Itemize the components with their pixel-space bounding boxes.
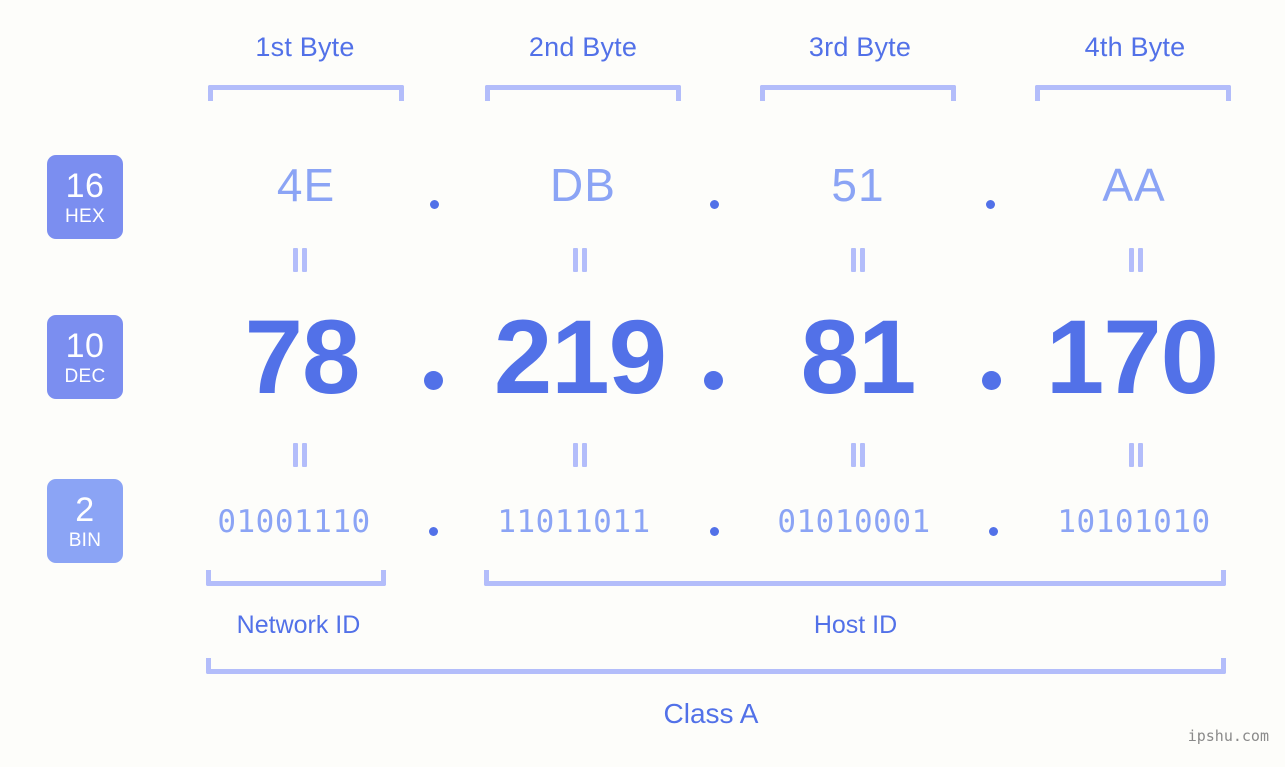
network-id-label: Network ID <box>236 611 361 639</box>
byte-header-label-4: 4th Byte <box>1084 32 1186 62</box>
dec-separator-dot-1 <box>424 371 443 390</box>
dec-separator-dot-2 <box>704 371 723 390</box>
class-bracket <box>206 658 1226 674</box>
equals-mark-hex-dec-2 <box>572 248 588 272</box>
network-id-bracket <box>206 570 386 586</box>
base-badge-dec-name: DEC <box>64 365 106 387</box>
hex-separator-dot-1 <box>430 200 439 209</box>
base-badge-dec-number: 10 <box>65 326 105 365</box>
dec-octet-2: 219 <box>493 299 667 416</box>
byte-bracket-1 <box>208 85 404 101</box>
hex-octet-2: DB <box>550 159 616 211</box>
hex-octet-3: 51 <box>831 159 885 211</box>
byte-bracket-4 <box>1035 85 1231 101</box>
equals-mark-hex-dec-3 <box>850 248 866 272</box>
dec-octet-4: 170 <box>1045 299 1219 416</box>
equals-mark-dec-bin-2 <box>572 443 588 467</box>
host-id-label: Host ID <box>813 611 898 639</box>
bin-octet-2: 11011011 <box>497 504 651 540</box>
class-label: Class A <box>663 698 759 729</box>
hex-separator-dot-3 <box>986 200 995 209</box>
byte-header-label-1: 1st Byte <box>255 32 355 62</box>
base-badge-bin-name: BIN <box>68 529 102 551</box>
equals-mark-dec-bin-3 <box>850 443 866 467</box>
base-badge-hex: 16 HEX <box>47 155 123 239</box>
equals-mark-dec-bin-1 <box>292 443 308 467</box>
equals-mark-dec-bin-4 <box>1128 443 1144 467</box>
bin-separator-dot-2 <box>710 527 719 536</box>
bin-octet-4: 10101010 <box>1057 504 1211 540</box>
bin-separator-dot-1 <box>429 527 438 536</box>
host-id-bracket <box>484 570 1226 586</box>
dec-octet-1: 78 <box>244 299 361 416</box>
hex-octet-1: 4E <box>276 159 336 211</box>
dec-separator-dot-3 <box>982 371 1001 390</box>
bin-octet-3: 01010001 <box>777 504 931 540</box>
dec-octet-3: 81 <box>800 299 917 416</box>
base-badge-hex-number: 16 <box>65 166 105 205</box>
byte-bracket-3 <box>760 85 956 101</box>
base-badge-bin-number: 2 <box>75 490 95 529</box>
byte-bracket-2 <box>485 85 681 101</box>
bin-octet-1: 01001110 <box>217 504 371 540</box>
byte-header-label-3: 3rd Byte <box>808 32 912 62</box>
hex-separator-dot-2 <box>710 200 719 209</box>
bin-separator-dot-3 <box>989 527 998 536</box>
base-badge-bin: 2 BIN <box>47 479 123 563</box>
byte-header-label-2: 2nd Byte <box>528 32 638 62</box>
hex-octet-4: AA <box>1102 159 1166 211</box>
site-watermark: ipshu.com <box>1187 727 1269 745</box>
equals-mark-hex-dec-1 <box>292 248 308 272</box>
equals-mark-hex-dec-4 <box>1128 248 1144 272</box>
base-badge-hex-name: HEX <box>65 205 105 227</box>
base-badge-dec: 10 DEC <box>47 315 123 399</box>
ip-byte-breakdown-diagram: 1st Byte 2nd Byte 3rd Byte 4th Byte 16 H… <box>0 0 1285 767</box>
